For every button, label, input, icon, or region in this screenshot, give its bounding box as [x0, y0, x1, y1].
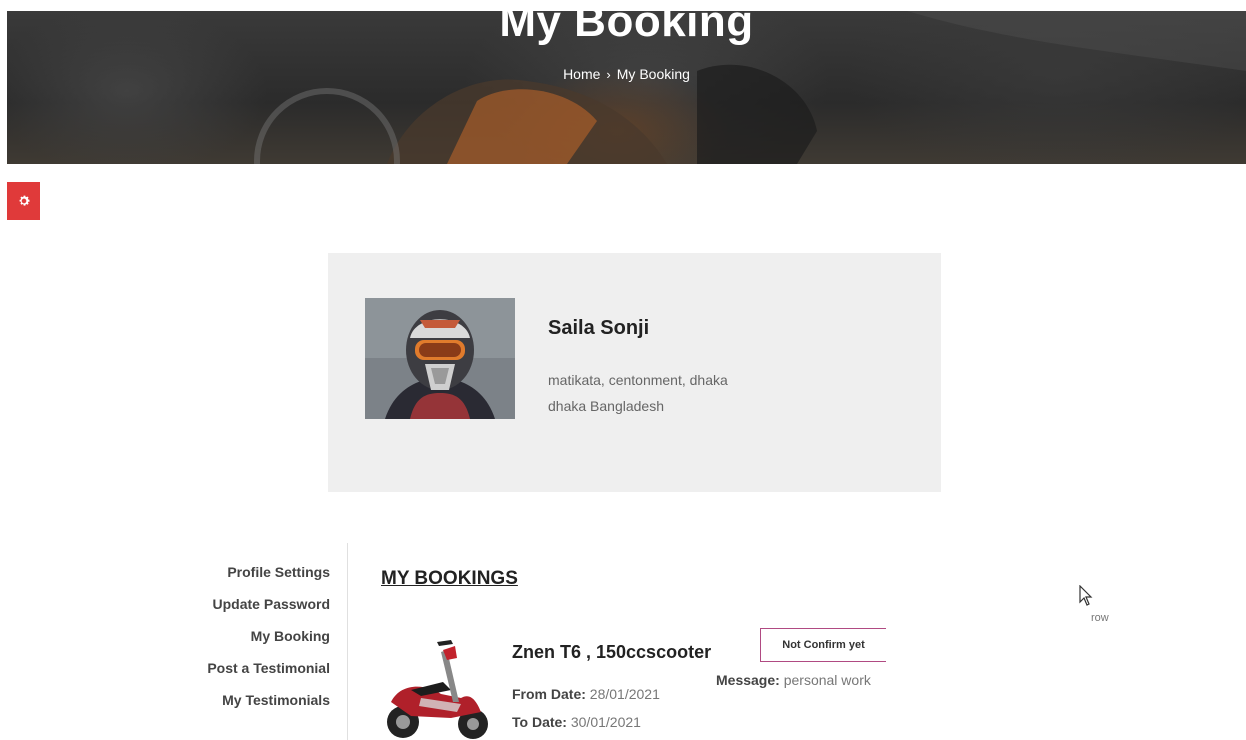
profile-address: matikata, centonment, dhaka dhaka Bangla… — [548, 367, 728, 419]
to-date: To Date: 30/01/2021 — [512, 714, 641, 730]
booking-message: Message: personal work — [716, 672, 871, 688]
status-badge: Not Confirm yet — [760, 628, 886, 662]
profile-card: Saila Sonji matikata, centonment, dhaka … — [328, 253, 941, 492]
address-line-1: matikata, centonment, dhaka — [548, 372, 728, 388]
vehicle-name-link[interactable]: Znen T6 , 150ccscooter — [512, 642, 711, 663]
message-value: personal work — [783, 672, 871, 688]
scooter-image[interactable] — [381, 632, 493, 740]
sidebar-item-my-booking[interactable]: My Booking — [180, 626, 330, 658]
profile-name: Saila Sonji — [548, 317, 650, 339]
mouse-pointer-icon — [1079, 585, 1093, 606]
avatar — [365, 298, 515, 419]
breadcrumb-current: My Booking — [616, 66, 690, 82]
from-date: From Date: 28/01/2021 — [512, 686, 660, 702]
sidebar-divider — [347, 543, 348, 740]
bookings-heading: MY BOOKINGS — [381, 568, 518, 589]
sidebar-item-my-testimonials[interactable]: My Testimonials — [180, 690, 330, 722]
avatar-rider-image — [365, 298, 515, 419]
from-date-value: 28/01/2021 — [589, 686, 660, 702]
to-date-label: To Date: — [512, 714, 567, 730]
breadcrumb: Home › My Booking — [7, 66, 1246, 82]
from-date-label: From Date: — [512, 686, 586, 702]
sidebar-item-post-testimonial[interactable]: Post a Testimonial — [180, 658, 330, 690]
account-sidebar: Profile Settings Update Password My Book… — [180, 562, 330, 722]
breadcrumb-separator-icon: › — [606, 67, 611, 82]
gear-icon — [19, 195, 29, 206]
message-label: Message: — [716, 672, 780, 688]
settings-toggle-button[interactable] — [7, 182, 40, 220]
sidebar-item-update-password[interactable]: Update Password — [180, 594, 330, 626]
stray-text: row — [1091, 612, 1109, 624]
page-title: My Booking — [499, 11, 754, 46]
to-date-value: 30/01/2021 — [570, 714, 641, 730]
address-line-2: dhaka Bangladesh — [548, 398, 664, 414]
sidebar-item-profile-settings[interactable]: Profile Settings — [180, 562, 330, 594]
breadcrumb-home-link[interactable]: Home — [563, 66, 600, 82]
page-banner: My Booking Home › My Booking — [7, 11, 1246, 164]
